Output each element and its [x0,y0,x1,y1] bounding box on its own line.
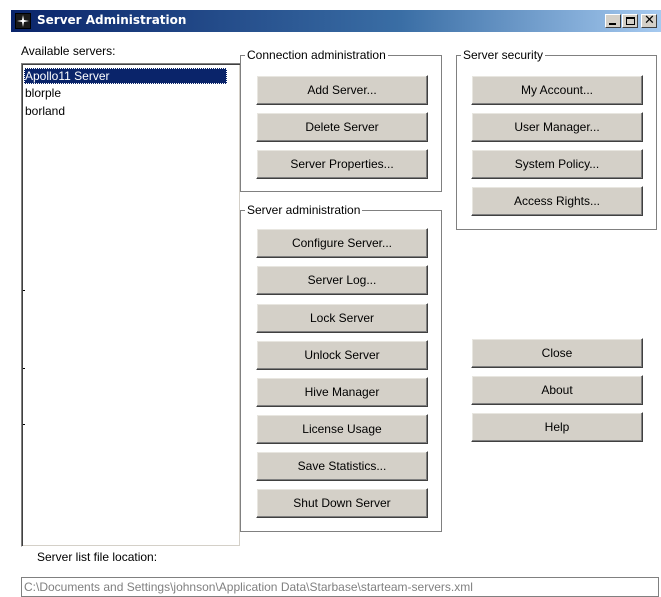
help-button[interactable]: Help [471,412,643,442]
window-title: Server Administration [37,13,187,27]
shut-down-server-button[interactable]: Shut Down Server [256,488,428,518]
server-list-item[interactable]: Apollo11 Server [24,68,227,84]
server-list-item[interactable]: blorple [24,85,227,101]
server-name: borland [25,104,66,118]
unlock-server-button[interactable]: Unlock Server [256,340,428,370]
server-list-item[interactable]: borland [24,103,227,119]
file-location-field[interactable]: C:\Documents and Settings\johnson\Applic… [21,577,659,597]
add-server-button[interactable]: Add Server... [256,75,428,105]
list-divider-mark [23,368,25,369]
server-list[interactable]: Apollo11 Server blorple borland [21,63,241,547]
server-properties-button[interactable]: Server Properties... [256,149,428,179]
my-account-button[interactable]: My Account... [471,75,643,105]
available-servers-label: Available servers: [21,44,116,58]
user-manager-button[interactable]: User Manager... [471,112,643,142]
close-button[interactable]: Close [471,338,643,368]
save-statistics-button[interactable]: Save Statistics... [256,451,428,481]
server-name: blorple [25,86,62,100]
lock-server-button[interactable]: Lock Server [256,303,428,333]
delete-server-button[interactable]: Delete Server [256,112,428,142]
maximize-icon [626,17,635,25]
server-administration-group: Server administration [240,203,442,532]
server-administration-window: Server Administration ✕ Available server… [11,10,661,597]
minimize-button[interactable] [605,14,621,28]
server-name: Apollo11 Server [25,69,110,83]
close-icon: ✕ [644,13,655,28]
close-window-button[interactable]: ✕ [641,14,657,28]
connection-administration-title: Connection administration [245,48,388,62]
list-divider-mark [23,424,25,425]
file-location-label: Server list file location: [37,550,158,564]
maximize-button[interactable] [622,14,638,28]
starteam-app-icon [15,13,31,29]
about-button[interactable]: About [471,375,643,405]
access-rights-button[interactable]: Access Rights... [471,186,643,216]
server-administration-title: Server administration [245,203,363,217]
license-usage-button[interactable]: License Usage [256,414,428,444]
system-policy-button[interactable]: System Policy... [471,149,643,179]
server-log-button[interactable]: Server Log... [256,265,428,295]
minimize-icon [609,23,616,25]
title-bar[interactable]: Server Administration ✕ [11,10,661,32]
configure-server-button[interactable]: Configure Server... [256,228,428,258]
server-security-title: Server security [461,48,546,62]
list-divider-mark [23,290,25,291]
hive-manager-button[interactable]: Hive Manager [256,377,428,407]
